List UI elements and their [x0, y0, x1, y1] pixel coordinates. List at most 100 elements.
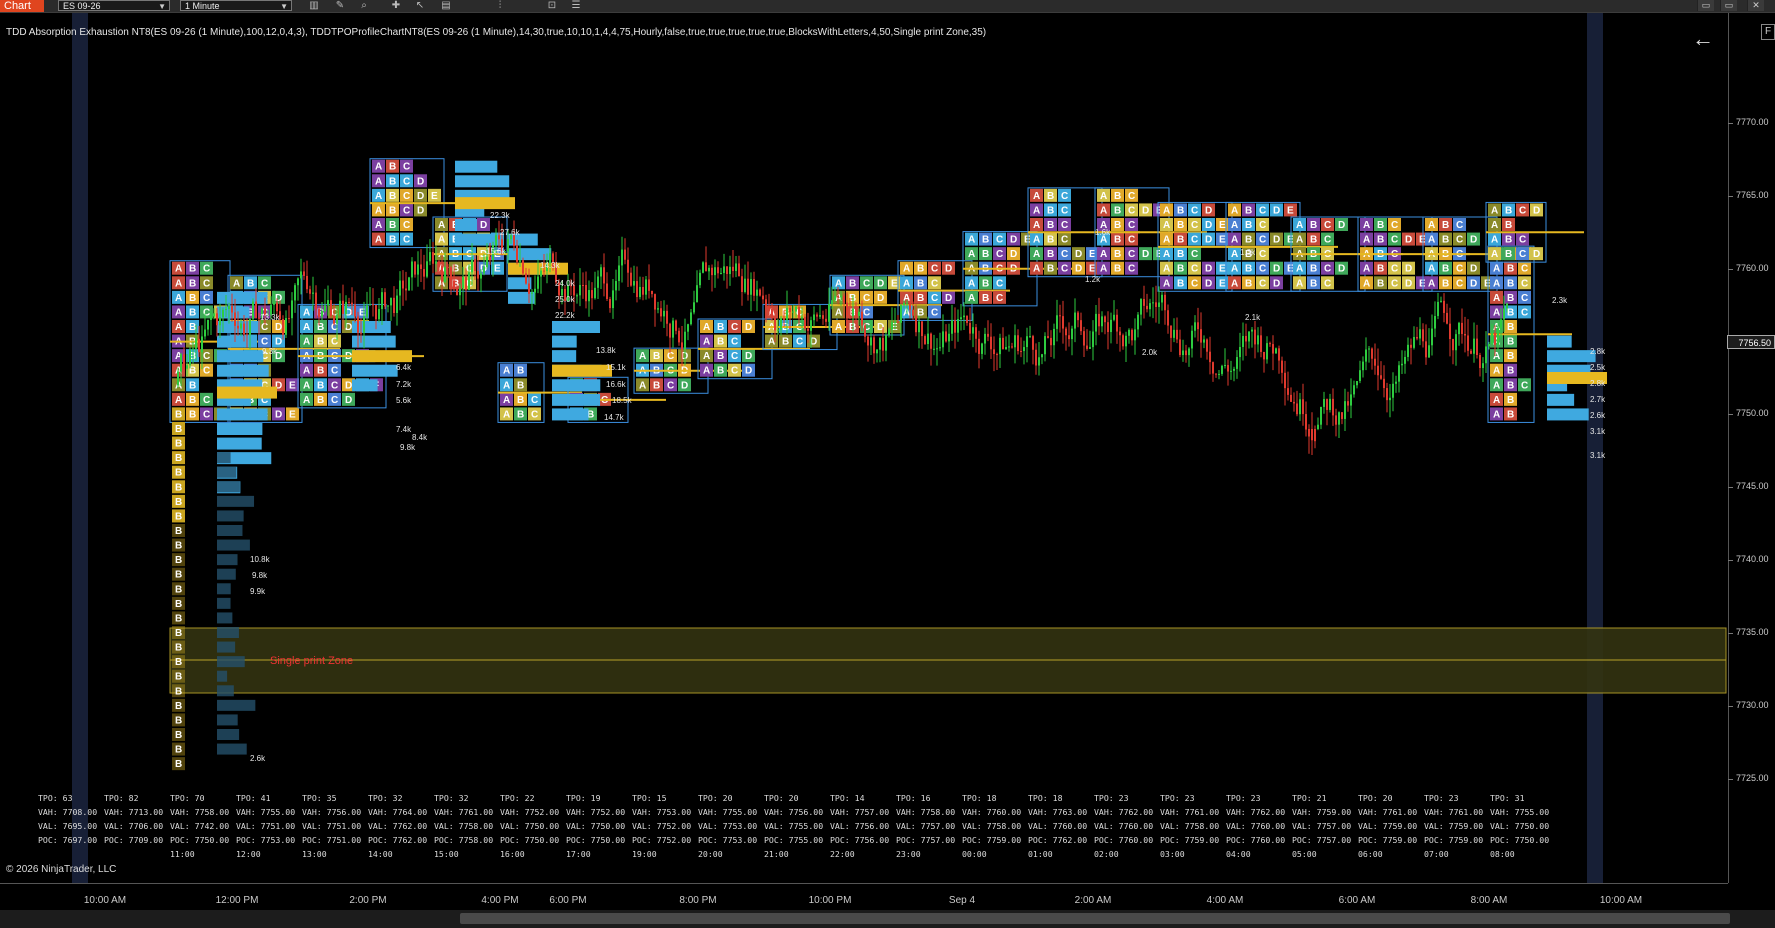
close-icon[interactable]: ✕ [1747, 0, 1764, 11]
tpo-letter: B [1047, 249, 1054, 260]
candle-body [291, 300, 293, 319]
candle-body [708, 267, 710, 272]
tpo-letter: B [982, 293, 989, 304]
stat-time: 07:00 [1424, 849, 1449, 859]
candle-body [1212, 362, 1214, 374]
back-arrow-icon[interactable]: ← [1692, 26, 1714, 52]
candle-body [816, 314, 818, 317]
chart-tab[interactable]: Chart [0, 0, 44, 12]
tpo-letter: C [996, 278, 1003, 289]
tpo-letter: D [275, 337, 282, 348]
data-box-icon[interactable]: ▤ [440, 0, 452, 11]
tpo-letter: A [1231, 205, 1238, 216]
tpo-letter: B [175, 570, 182, 581]
tpo-letter: A [1100, 205, 1107, 216]
tpo-letter: B [1507, 351, 1514, 362]
candle-body [237, 325, 239, 329]
tpo-letter: D [1010, 235, 1017, 246]
maximize-icon[interactable]: ▭ [1720, 0, 1737, 11]
tpo-letter: B [917, 307, 924, 318]
tpo-letter: A [1100, 191, 1107, 202]
candle-body [1194, 322, 1196, 331]
candle-body [780, 318, 782, 330]
tpo-letter: A [903, 264, 910, 275]
candle-body [735, 263, 737, 272]
stat-poc: POC: 7760.00 [1226, 835, 1286, 845]
tpo-letter: C [731, 351, 738, 362]
minimize-icon[interactable]: ▭ [1697, 0, 1714, 11]
tpo-letter: B [1442, 220, 1449, 231]
stat-poc: POC: 7758.00 [434, 835, 494, 845]
time-axis[interactable] [0, 883, 1728, 911]
candle-body [351, 302, 353, 305]
candle-body [1437, 301, 1439, 317]
candle-body [612, 290, 614, 309]
tpo-letter: A [438, 220, 445, 231]
strategies-icon[interactable]: ⊡ [546, 0, 558, 11]
stat-tpo: TPO: 70 [170, 793, 205, 803]
candle-body [1467, 335, 1469, 351]
zoom-icon[interactable]: ⌕ [358, 0, 370, 11]
volume-label: 15.6k [486, 247, 507, 256]
tpo-letter: D [1075, 249, 1082, 260]
tpo-letter: D [1470, 278, 1477, 289]
candle-body [741, 276, 743, 292]
tpo-letter: C [1061, 235, 1068, 246]
tpo-letter: A [1428, 278, 1435, 289]
tpo-letter: A [968, 235, 975, 246]
tpo-letter: B [175, 482, 182, 493]
indicators-icon[interactable]: ⫶ [494, 0, 506, 11]
candle-body [1188, 348, 1190, 356]
tpo-letter: A [375, 176, 382, 187]
volume-label: 22.2k [555, 311, 576, 320]
stat-tpo: TPO: 23 [1226, 793, 1261, 803]
candle-body [900, 304, 902, 323]
candle-body [1401, 363, 1403, 366]
tpo-letter: C [931, 307, 938, 318]
candle-body [1101, 316, 1103, 327]
properties-icon[interactable]: ☰ [570, 0, 582, 11]
candle-body [1137, 314, 1139, 330]
instrument-selector[interactable]: ES 09-26 ▼ [58, 0, 170, 11]
tpo-letter: C [931, 278, 938, 289]
price-axis[interactable] [1728, 13, 1775, 883]
interval-selector[interactable]: 1 Minute ▼ [180, 0, 292, 11]
candle-body [687, 324, 689, 332]
stat-val: VAL: 7758.00 [1160, 821, 1220, 831]
scrollbar-thumb[interactable] [460, 913, 1730, 924]
tpo-letter: B [1245, 205, 1252, 216]
tpo-letter: A [1493, 307, 1500, 318]
tpo-letter: C [1391, 220, 1398, 231]
tpo-letter: B [175, 409, 182, 420]
chart-canvas[interactable]: ABCABCABCABCDABABABCDABCABABCABCDABCABCD… [0, 13, 1728, 883]
candle-body [1404, 356, 1406, 364]
volume-bar [217, 408, 268, 421]
candle-body [1050, 337, 1052, 346]
candle-body [1134, 329, 1136, 341]
tpo-letter: B [175, 511, 182, 522]
stat-time: 08:00 [1490, 849, 1515, 859]
bar-type-icon[interactable]: ▥ [308, 0, 320, 11]
candle-body [414, 261, 416, 275]
candle-body [1065, 328, 1067, 336]
volume-label: 7.2k [396, 380, 412, 389]
pointer-icon[interactable]: ↖ [414, 0, 426, 11]
tpo-letter: A [303, 395, 310, 406]
volume-label: 18.5k [612, 396, 633, 405]
tpo-letter: B [1507, 409, 1514, 420]
tpo-letter: A [1296, 220, 1303, 231]
draw-icon[interactable]: ✎ [334, 0, 346, 11]
tpo-letter: C [667, 380, 674, 391]
time-tick: 10:00 AM [1599, 895, 1643, 906]
candle-body [1392, 383, 1394, 398]
tpo-letter: A [1493, 380, 1500, 391]
tpo-letter: B [175, 599, 182, 610]
crosshair-icon[interactable]: ✚ [390, 0, 402, 11]
candle-body [336, 314, 338, 324]
tpo-letter: B [1047, 220, 1054, 231]
right-panel-toggle[interactable]: F [1761, 24, 1775, 40]
candle-body [957, 319, 959, 333]
tpo-letter: B [1114, 249, 1121, 260]
tpo-letter: A [1493, 322, 1500, 333]
tpo-letter: C [1456, 278, 1463, 289]
